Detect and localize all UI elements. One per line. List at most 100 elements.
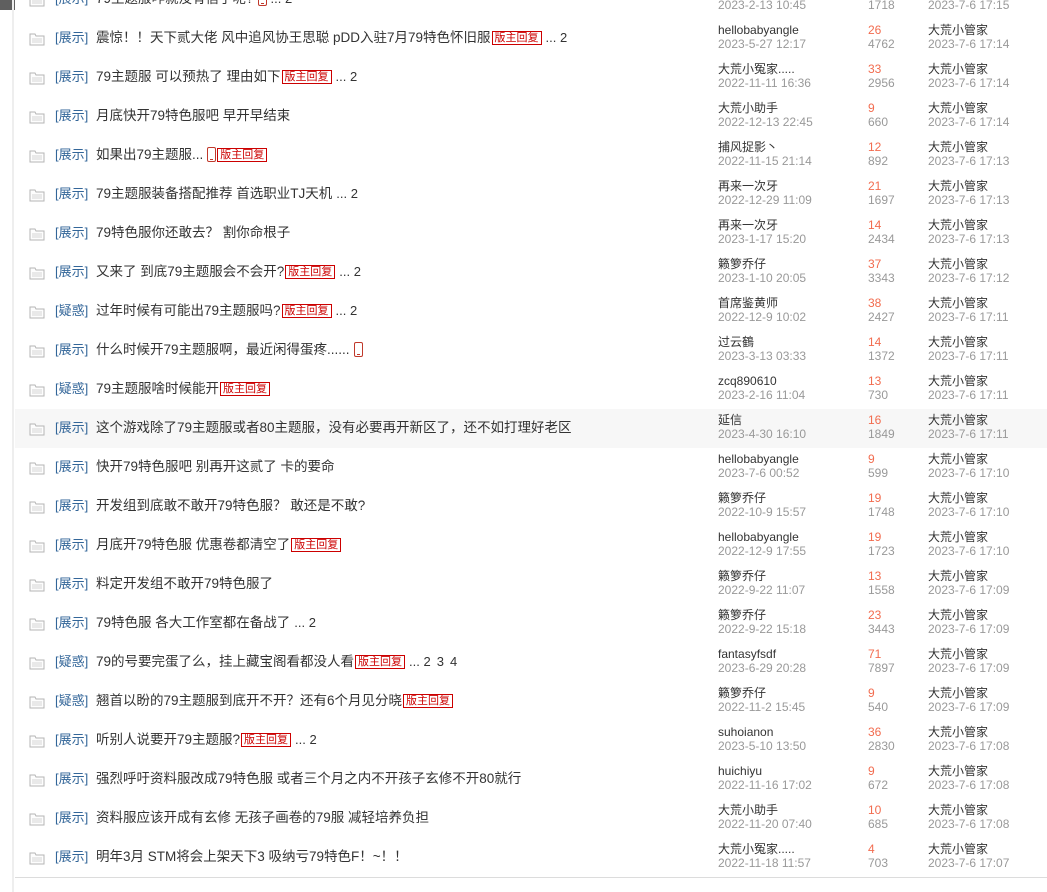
last-reply-author[interactable]: 大荒小管家 — [928, 725, 988, 739]
thread-author[interactable]: 延信 — [718, 413, 742, 427]
page-link[interactable]: 3 — [437, 654, 444, 669]
thread-title-link[interactable]: 快开79特色服吧 别再开这贰了 卡的要命 — [96, 459, 335, 474]
thread-category-link[interactable]: [展示] — [55, 732, 88, 748]
thread-title-link[interactable]: 开发组到底敢不敢开79特色服？ 敢还是不敢? — [96, 498, 365, 513]
last-reply-author[interactable]: 大荒小管家 — [928, 257, 988, 271]
thread-author[interactable]: suhoianon — [718, 725, 773, 739]
thread-row[interactable]: [展示] 资料服应该开成有玄修 无孩子画卷的79服 减轻培养负担 大荒小助手 2022… — [15, 799, 1047, 839]
thread-author[interactable]: 再来一次牙 — [718, 218, 778, 232]
thread-category-link[interactable]: [展示] — [55, 849, 88, 865]
last-reply-author[interactable]: 大荒小管家 — [928, 491, 988, 505]
reply-count[interactable]: 4 — [868, 842, 875, 856]
thread-author[interactable]: hellobabyangle — [718, 23, 799, 37]
thread-author[interactable]: 籁箩乔仔 — [718, 569, 766, 583]
reply-count[interactable]: 23 — [868, 608, 881, 622]
last-reply-author[interactable]: 大荒小管家 — [928, 218, 988, 232]
last-reply-date[interactable]: 2023-7-6 17:11 — [928, 310, 1009, 324]
reply-count[interactable]: 16 — [868, 413, 881, 427]
reply-count[interactable]: 21 — [868, 179, 881, 193]
last-reply-date[interactable]: 2023-7-6 17:15 — [928, 0, 1009, 12]
last-reply-date[interactable]: 2023-7-6 17:14 — [928, 37, 1009, 51]
thread-title-link[interactable]: 月底快开79特色服吧 早开早结束 — [96, 108, 290, 123]
thread-category-link[interactable]: [展示] — [55, 459, 88, 475]
thread-title-link[interactable]: 什么时候开79主题服啊，最近闲得蛋疼...... — [96, 342, 350, 357]
last-reply-date[interactable]: 2023-7-6 17:12 — [928, 271, 1009, 285]
thread-author[interactable]: 大荒小助手 — [718, 803, 778, 817]
thread-author[interactable]: 籁箩乔仔 — [718, 257, 766, 271]
last-reply-date[interactable]: 2023-7-6 17:09 — [928, 583, 1009, 597]
thread-category-link[interactable]: [展示] — [55, 420, 88, 436]
page-link[interactable]: 2 — [560, 30, 567, 45]
last-reply-date[interactable]: 2023-7-6 17:11 — [928, 349, 1009, 363]
thread-row[interactable]: [展示] 开发组到底敢不敢开79特色服？ 敢还是不敢? 籁箩乔仔 2022-10-9 … — [15, 487, 1047, 527]
thread-category-link[interactable]: [展示] — [55, 147, 88, 163]
last-reply-author[interactable]: 大荒小管家 — [928, 842, 988, 856]
thread-author[interactable]: 捕风捉影丶 — [718, 140, 778, 154]
thread-title-link[interactable]: 79主题服装备搭配推荐 首选职业TJ天机 — [96, 186, 332, 201]
last-reply-author[interactable]: 大荒小管家 — [928, 803, 988, 817]
thread-row[interactable]: [展示] 79特色服你还敢去？ 割你命根子 再来一次牙 2023-1-17 15:20… — [15, 214, 1047, 254]
thread-category-link[interactable]: [展示] — [55, 30, 88, 46]
last-reply-date[interactable]: 2023-7-6 17:08 — [928, 817, 1009, 831]
thread-row[interactable]: [展示]79主题服咋就没有信了呢?... 2夜阑风雨丶2023-2-13 10:… — [15, 0, 1047, 20]
reply-count[interactable]: 9 — [868, 686, 875, 700]
last-reply-author[interactable]: 大荒小管家 — [928, 140, 988, 154]
thread-row[interactable]: [展示] 这个游戏除了79主题服或者80主题服，没有必要再开新区了，还不如打理好老… — [15, 409, 1047, 449]
last-reply-author[interactable]: 大荒小管家 — [928, 686, 988, 700]
last-reply-date[interactable]: 2023-7-6 17:10 — [928, 505, 1009, 519]
last-reply-author[interactable]: 大荒小管家 — [928, 647, 988, 661]
thread-title-link[interactable]: 79主题服 可以预热了 理由如下 — [96, 69, 281, 84]
reply-count[interactable]: 14 — [868, 218, 881, 232]
last-reply-author[interactable]: 大荒小管家 — [928, 23, 988, 37]
last-reply-author[interactable]: 大荒小管家 — [928, 764, 988, 778]
thread-title-link[interactable]: 震惊！！天下贰大佬 风中追风协王思聪 pDD入驻7月79特色怀旧服 — [96, 30, 491, 45]
reply-count[interactable]: 33 — [868, 62, 881, 76]
reply-count[interactable]: 19 — [868, 530, 881, 544]
reply-count[interactable]: 12 — [868, 140, 881, 154]
last-reply-date[interactable]: 2023-7-6 17:13 — [928, 193, 1009, 207]
last-reply-date[interactable]: 2023-7-6 17:09 — [928, 700, 1009, 714]
thread-category-link[interactable]: [展示] — [55, 342, 88, 358]
thread-author[interactable]: huichiyu — [718, 764, 762, 778]
thread-category-link[interactable]: [展示] — [55, 498, 88, 514]
thread-row[interactable]: [展示] 79主题服 可以预热了 理由如下 版主回复... 2 大荒小冤家..... 2… — [15, 58, 1047, 98]
last-reply-date[interactable]: 2023-7-6 17:08 — [928, 739, 1009, 753]
reply-count[interactable]: 13 — [868, 569, 881, 583]
page-link[interactable]: 2 — [423, 654, 430, 669]
thread-row[interactable]: [疑惑] 翘首以盼的79主题服到底开不开？还有6个月见分晓 版主回复 籁箩乔仔 2022… — [15, 682, 1047, 722]
thread-category-link[interactable]: [疑惑] — [55, 381, 88, 397]
last-reply-author[interactable]: 大荒小管家 — [928, 62, 988, 76]
last-reply-author[interactable]: 大荒小管家 — [928, 608, 988, 622]
thread-category-link[interactable]: [展示] — [55, 69, 88, 85]
reply-count[interactable]: 14 — [868, 335, 881, 349]
thread-category-link[interactable]: [展示] — [55, 576, 88, 592]
page-link[interactable]: 4 — [450, 654, 457, 669]
thread-title-link[interactable]: 79主题服啥时候能开 — [96, 381, 219, 396]
reply-count[interactable]: 19 — [868, 491, 881, 505]
page-link[interactable]: 2 — [350, 69, 357, 84]
page-link[interactable]: 2 — [350, 303, 357, 318]
last-reply-date[interactable]: 2023-7-6 17:14 — [928, 115, 1009, 129]
last-reply-date[interactable]: 2023-7-6 17:13 — [928, 154, 1009, 168]
last-reply-author[interactable]: 大荒小管家 — [928, 530, 988, 544]
thread-row[interactable]: [展示] 月底开79特色服 优惠卷都清空了 版主回复 hellobabyangle 20… — [15, 526, 1047, 566]
thread-row[interactable]: [展示] 79主题服装备搭配推荐 首选职业TJ天机 ... 2 再来一次牙 2022-1… — [15, 175, 1047, 215]
thread-author[interactable]: hellobabyangle — [718, 530, 799, 544]
thread-title-link[interactable]: 翘首以盼的79主题服到底开不开？还有6个月见分晓 — [96, 693, 402, 708]
page-link[interactable]: 2 — [354, 264, 361, 279]
last-reply-author[interactable]: 大荒小管家 — [928, 296, 988, 310]
reply-count[interactable]: 38 — [868, 296, 881, 310]
thread-row[interactable]: [疑惑] 79主题服啥时候能开 版主回复 zcq890610 2023-2-16 11:… — [15, 370, 1047, 410]
last-reply-author[interactable]: 大荒小管家 — [928, 179, 988, 193]
thread-title-link[interactable]: 资料服应该开成有玄修 无孩子画卷的79服 减轻培养负担 — [96, 810, 429, 825]
last-reply-author[interactable]: 大荒小管家 — [928, 335, 988, 349]
last-reply-date[interactable]: 2023-7-6 17:09 — [928, 622, 1009, 636]
thread-category-link[interactable]: [展示] — [55, 264, 88, 280]
last-reply-date[interactable]: 2023-7-6 17:13 — [928, 232, 1009, 246]
thread-title-link[interactable]: 如果出79主题服... — [96, 147, 203, 162]
reply-count[interactable]: 36 — [868, 725, 881, 739]
thread-author[interactable]: 再来一次牙 — [718, 179, 778, 193]
thread-title-link[interactable]: 79特色服你还敢去？ 割你命根子 — [96, 225, 290, 240]
thread-row[interactable]: [疑惑] 79的号要完蛋了么，挂上藏宝阁看都没人看 版主回复... 2 3 4 fanta… — [15, 643, 1047, 683]
reply-count[interactable]: 9 — [868, 101, 875, 115]
